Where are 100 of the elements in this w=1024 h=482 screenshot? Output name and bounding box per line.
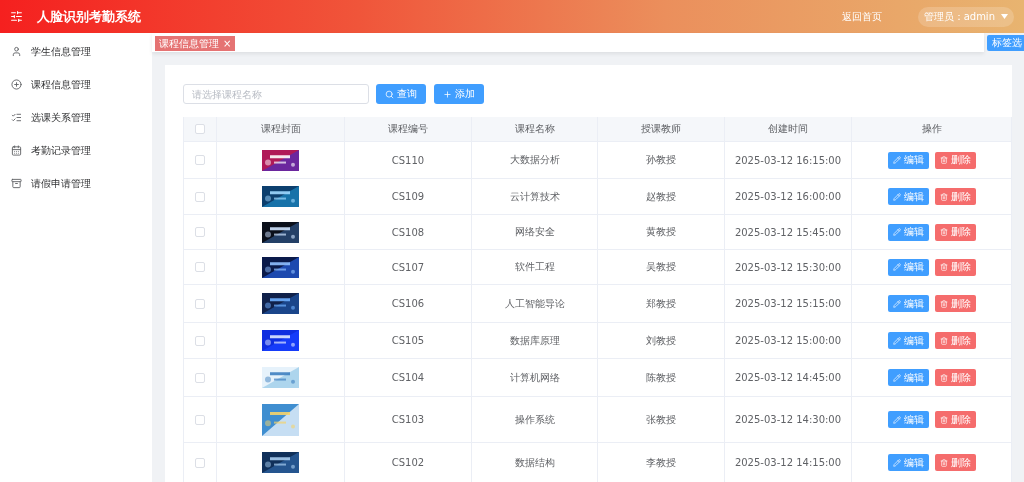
table-cell: 计算机网络 <box>509 370 560 385</box>
column-header: 课程编号 <box>388 122 428 136</box>
delete-button[interactable]: 删除 <box>934 411 976 428</box>
delete-button[interactable]: 删除 <box>934 188 976 205</box>
table-cell: CS105 <box>391 335 425 346</box>
table-cell: 刘教授 <box>646 333 676 348</box>
checkbox[interactable] <box>195 124 205 134</box>
column-header: 课程名称 <box>514 122 555 136</box>
table-cell: CS110 <box>391 154 425 166</box>
column-header: 操作 <box>921 122 942 136</box>
user-menu[interactable]: 管理员：admin <box>917 6 1014 27</box>
checklist-icon <box>11 112 22 123</box>
column-header: 课程封面 <box>260 122 301 136</box>
pencil-icon <box>892 336 901 345</box>
close-icon[interactable]: × <box>223 38 232 49</box>
edit-button[interactable]: 编辑 <box>887 295 929 312</box>
table-cell: 黄教授 <box>646 225 676 239</box>
trash-icon <box>939 156 948 164</box>
delete-button[interactable]: 删除 <box>934 369 976 386</box>
home-link[interactable]: 返回首页 <box>841 9 882 24</box>
user-icon <box>11 46 22 57</box>
edit-button[interactable]: 编辑 <box>887 151 929 169</box>
app-title: 人脸识别考勤系统 <box>37 7 141 26</box>
trash-icon <box>939 415 948 424</box>
table-cell: CS107 <box>391 261 425 273</box>
delete-button[interactable]: 删除 <box>934 151 976 169</box>
trash-icon <box>939 373 948 382</box>
table-cell: 2025-03-12 14:15:00 <box>734 457 842 468</box>
table-cell: 2025-03-12 16:00:00 <box>734 191 842 202</box>
table-cell: 2025-03-12 15:30:00 <box>734 261 842 273</box>
table-cell: 软件工程 <box>514 260 555 274</box>
search-icon <box>385 89 394 99</box>
table-cell: CS103 <box>391 414 425 425</box>
trash-icon <box>939 458 948 467</box>
edit-button[interactable]: 编辑 <box>887 369 929 386</box>
sidebar-item[interactable]: 课程信息管理 <box>0 68 152 101</box>
pencil-icon <box>892 228 901 236</box>
checkbox[interactable] <box>195 372 205 383</box>
edit-button[interactable]: 编辑 <box>887 454 929 471</box>
checkbox[interactable] <box>195 262 205 272</box>
pencil-icon <box>892 156 901 164</box>
table-cell: 孙教授 <box>646 153 676 167</box>
column-header: 授课教师 <box>641 122 681 136</box>
calendar-icon <box>11 145 22 156</box>
checkbox[interactable] <box>195 335 205 346</box>
checkbox[interactable] <box>195 457 205 468</box>
table-cell: 2025-03-12 16:15:00 <box>734 154 842 166</box>
table-cell: CS102 <box>391 457 425 468</box>
checkbox[interactable] <box>195 227 205 237</box>
tag-options-button[interactable]: 标签选 <box>987 35 1024 51</box>
checkbox[interactable] <box>195 298 205 309</box>
delete-button[interactable]: 删除 <box>934 295 976 312</box>
table-cell: 人工智能导论 <box>504 296 565 311</box>
edit-button[interactable]: 编辑 <box>887 258 929 276</box>
table-cell: CS106 <box>391 298 425 309</box>
checkbox[interactable] <box>195 191 205 202</box>
table-cell: 陈教授 <box>646 370 676 385</box>
table-cell: 数据结构 <box>514 455 555 470</box>
table-cell: 吴教授 <box>646 260 676 274</box>
archive-icon <box>11 178 22 189</box>
trash-icon <box>939 192 948 201</box>
pencil-icon <box>892 299 901 308</box>
edit-button[interactable]: 编辑 <box>887 223 929 241</box>
delete-button[interactable]: 删除 <box>934 332 976 349</box>
search-button[interactable]: 查询 <box>376 84 426 104</box>
table-cell: 2025-03-12 15:00:00 <box>734 335 842 346</box>
column-header: 创建时间 <box>768 122 808 136</box>
search-field[interactable]: 请选择课程名称 <box>183 84 369 104</box>
sidebar-item[interactable]: 学生信息管理 <box>0 35 152 68</box>
trash-icon <box>939 299 948 308</box>
table-cell: 2025-03-12 14:30:00 <box>734 414 842 425</box>
pencil-icon <box>892 373 901 382</box>
delete-button[interactable]: 删除 <box>934 223 976 241</box>
table-cell: 2025-03-12 15:15:00 <box>734 298 842 309</box>
edit-button[interactable]: 编辑 <box>887 411 929 428</box>
table-cell: 数据库原理 <box>509 333 560 348</box>
delete-button[interactable]: 删除 <box>934 454 976 471</box>
table-cell: CS104 <box>391 372 425 383</box>
checkbox[interactable] <box>195 414 205 425</box>
checkbox[interactable] <box>195 155 205 165</box>
table-cell: 赵教授 <box>646 189 676 204</box>
edit-button[interactable]: 编辑 <box>887 188 929 205</box>
delete-button[interactable]: 删除 <box>934 258 976 276</box>
sidebar-item[interactable]: 选课关系管理 <box>0 101 152 134</box>
menu-icon[interactable] <box>10 10 23 23</box>
add-button[interactable]: 添加 <box>434 84 484 104</box>
pencil-icon <box>892 415 901 424</box>
table-cell: 张教授 <box>646 412 676 427</box>
sidebar-item[interactable]: 请假申请管理 <box>0 167 152 200</box>
pencil-icon <box>892 192 901 201</box>
table-cell: 2025-03-12 14:45:00 <box>734 372 842 383</box>
table-cell: 李教授 <box>646 455 676 470</box>
table-cell: 大数据分析 <box>509 153 560 167</box>
caret-icon <box>1001 14 1008 19</box>
table-cell: 网络安全 <box>514 225 555 239</box>
edit-button[interactable]: 编辑 <box>887 332 929 349</box>
trash-icon <box>939 263 948 271</box>
table-cell: 郑教授 <box>646 296 676 311</box>
page-tag[interactable]: 课程信息管理 × <box>155 36 236 51</box>
sidebar-item[interactable]: 考勤记录管理 <box>0 134 152 167</box>
